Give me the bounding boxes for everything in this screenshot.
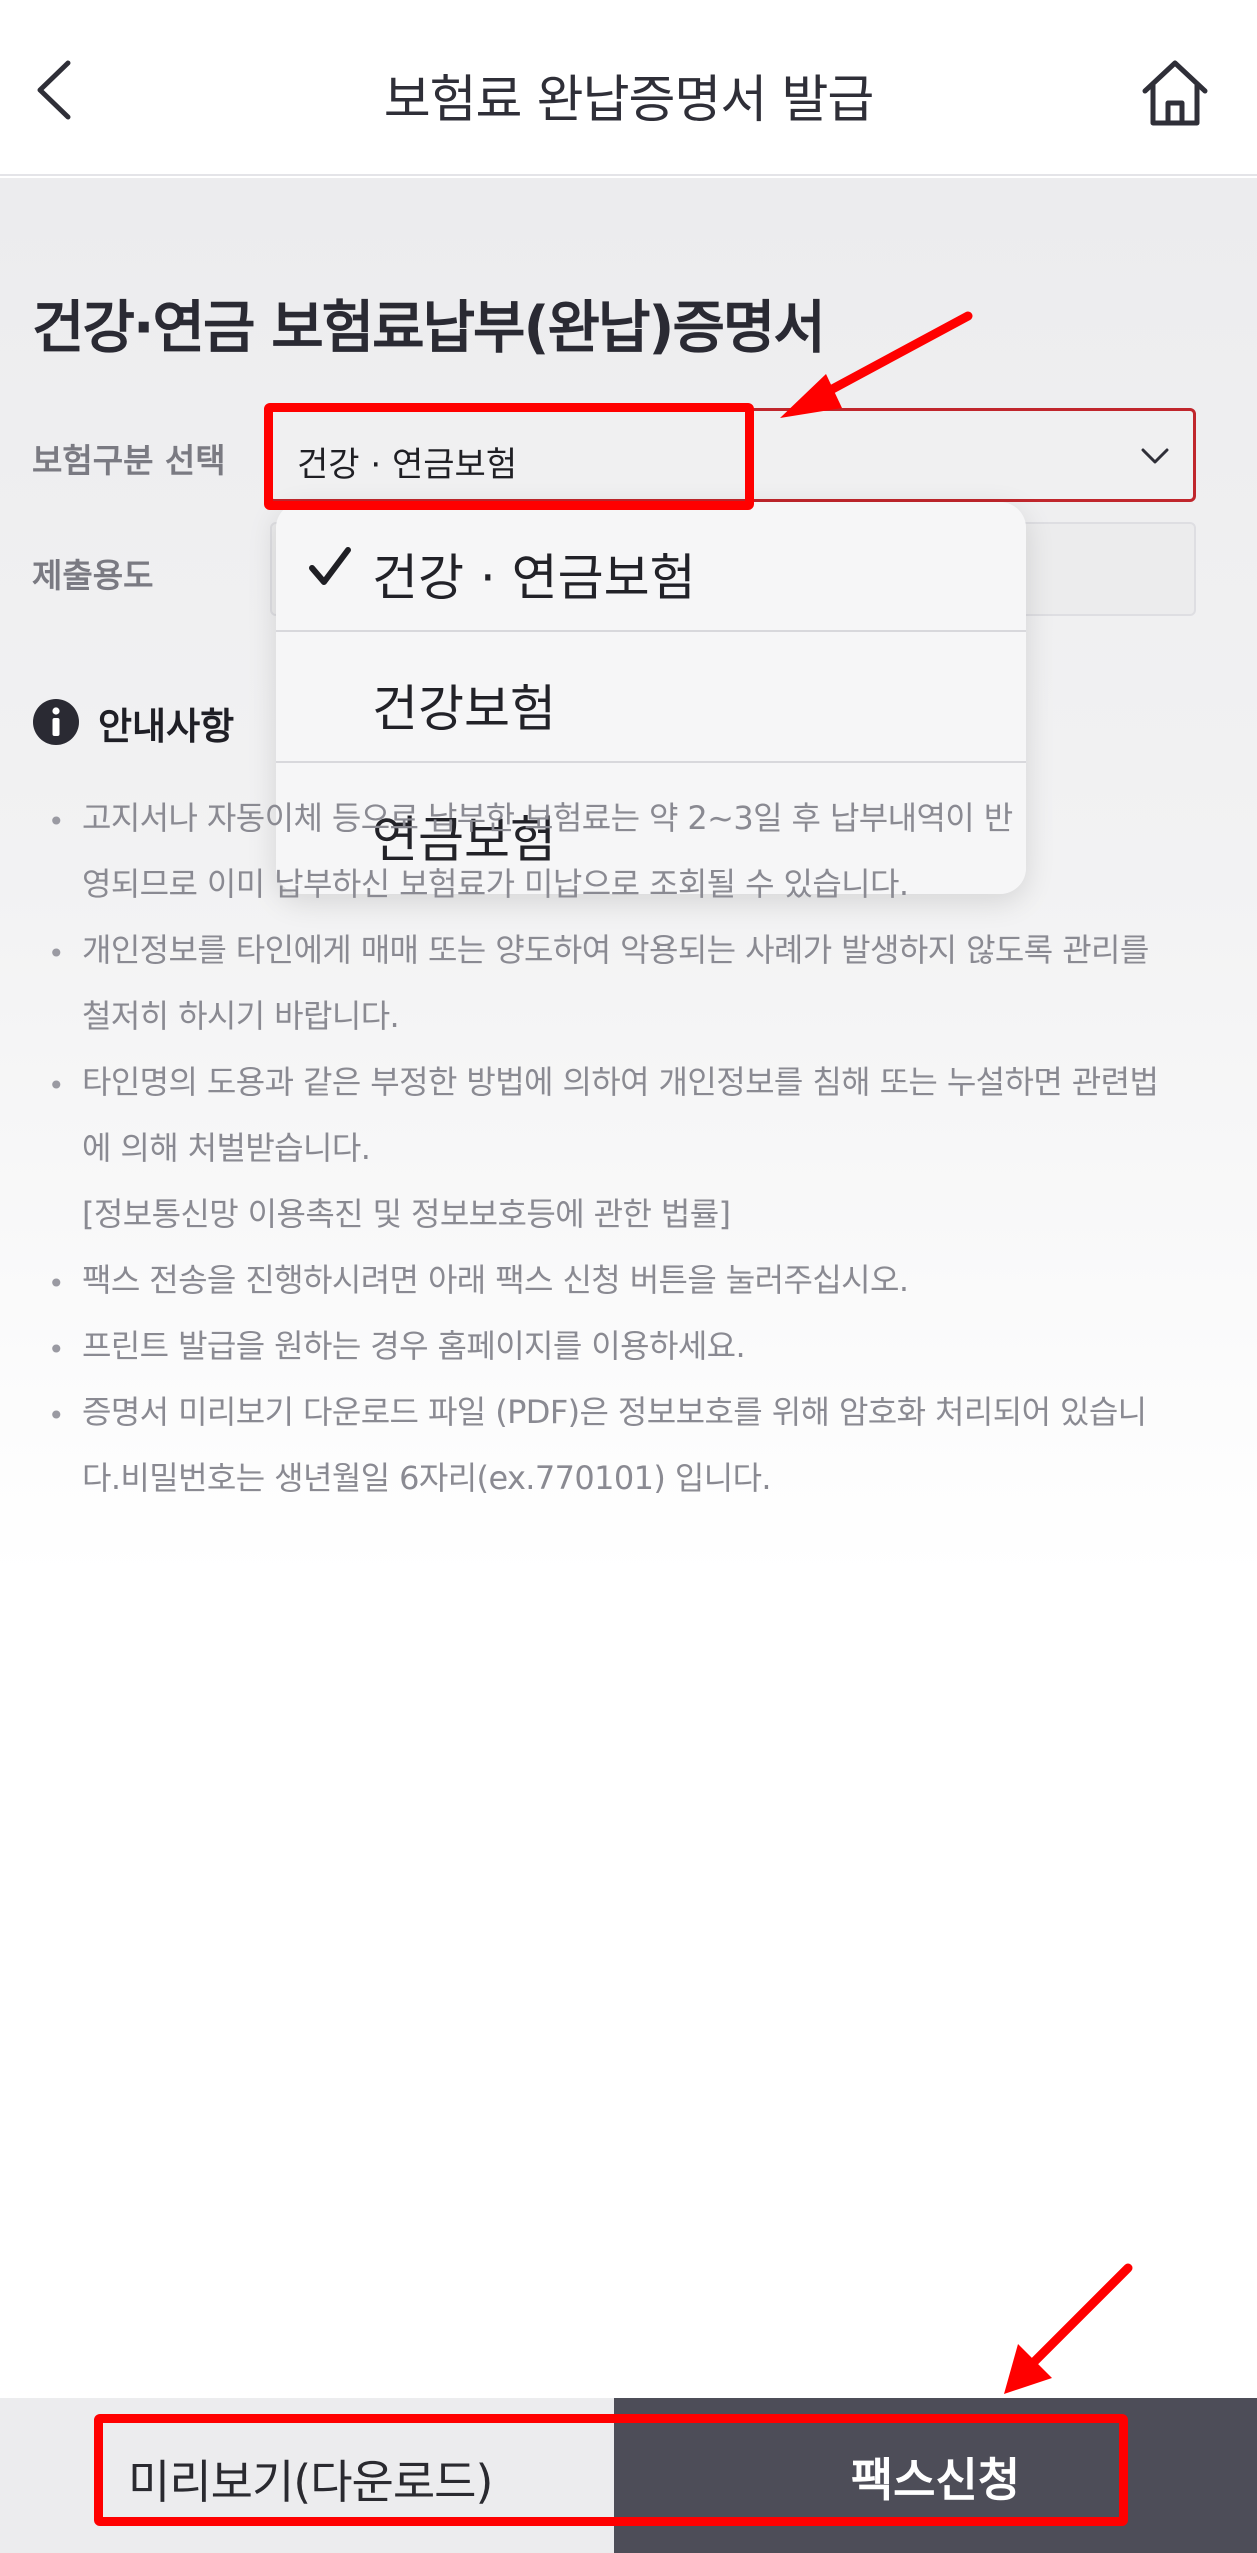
dropdown-option-health-pension[interactable]: 건강 · 연금보험 [276,502,1026,632]
bullet-dot: • [48,1267,65,1300]
section-title: 건강·연금 보험료납부(완납)증명서 [32,295,826,361]
dropdown-option-label: 건강보험 [372,680,556,738]
checkmark-icon [309,547,351,585]
notice-item-2: 개인정보를 타인에게 매매 또는 양도하여 악용되는 사례가 발생하지 않도록 … [82,931,1149,1035]
purpose-label: 제출용도 [32,556,154,595]
app-header: 보험료 완납증명서 발급 [0,0,1257,176]
dropdown-option-label: 건강 · 연금보험 [372,549,696,607]
bullet-dot: • [48,937,65,970]
bullet-dot: • [48,1399,65,1432]
highlight-box-select [264,403,754,510]
bullet-dot: • [48,1333,65,1366]
notice-item-4: 팩스 전송을 진행하시려면 아래 팩스 신청 버튼을 눌러주십시오. [82,1261,909,1299]
chevron-down-icon [1141,448,1169,464]
home-button[interactable] [1135,55,1215,130]
notice-title: 안내사항 [98,705,235,748]
bullet-dot: • [48,805,65,838]
insurance-type-label: 보험구분 선택 [32,441,226,480]
notice-item-3: 타인명의 도용과 같은 부정한 방법에 의하여 개인정보를 침해 또는 누설하면… [82,1063,1159,1233]
page-title: 보험료 완납증명서 발급 [383,71,875,130]
notice-item-1: 고지서나 자동이체 등으로 납부한 보험료는 약 2~3일 후 납부내역이 반 … [82,799,1013,903]
arrow-icon-bottom [1004,2263,1133,2394]
highlight-box-buttons [94,2414,1128,2526]
notice-item-6: 증명서 미리보기 다운로드 파일 (PDF)은 정보보호를 위해 암호화 처리되… [82,1393,1147,1497]
info-icon [33,699,79,745]
home-icon [1142,60,1208,126]
notice-item-5: 프린트 발급을 원하는 경우 홈페이지를 이용하세요. [82,1327,746,1365]
dropdown-option-health[interactable]: 건강보험 [276,633,1026,763]
bullet-dot: • [48,1069,65,1102]
